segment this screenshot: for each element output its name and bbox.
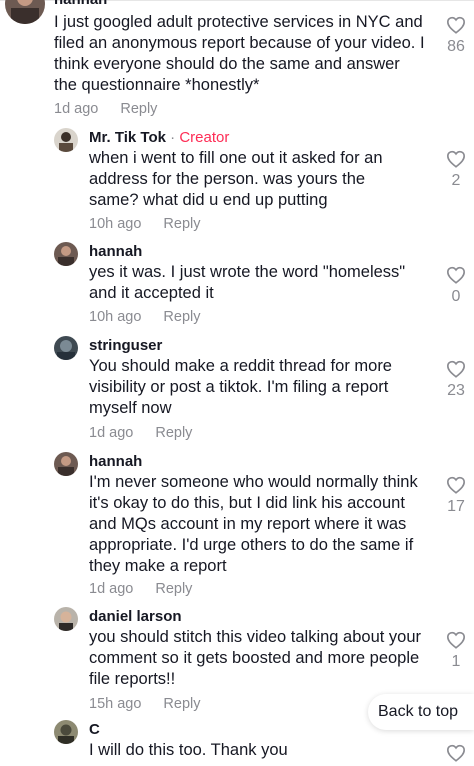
like-count: 1 [451,653,461,670]
comment-author: Mr. Tik Tok · Creator [89,129,229,146]
heart-outline-icon [446,631,466,649]
reply-button[interactable]: Reply [155,581,192,597]
comment-meta: 10h ago Reply [89,216,201,232]
avatar[interactable] [54,242,78,266]
heart-outline-icon [446,16,466,34]
comment-author[interactable]: hannah [54,0,107,8]
like-button[interactable]: 23 [438,360,474,400]
comment-time: 15h ago [89,696,142,712]
like-count: 23 [447,382,465,399]
comment-text: I just googled adult protective services… [54,13,425,94]
heart-outline-icon [446,360,466,378]
comment-time: 10h ago [89,309,142,325]
comment-meta: 1d ago Reply [54,101,157,117]
comment-author[interactable]: stringuser [89,337,162,354]
reply-item: hannah yes it was. I just wrote the word… [0,240,474,330]
back-to-top-button[interactable]: Back to top [368,694,474,730]
comment-author[interactable]: C [89,721,100,738]
like-count: 0 [451,288,461,305]
comment-meta: 10h ago Reply [89,309,201,325]
comment-item: hannah I just googled adult protective s… [0,0,474,122]
heart-outline-icon [446,266,466,284]
comment-text: when i went to fill one out it asked for… [89,149,383,209]
avatar[interactable] [54,452,78,476]
avatar[interactable] [54,128,78,152]
reply-item: hannah I'm never someone who would norma… [0,450,474,600]
comment-author[interactable]: hannah [89,243,142,260]
author-name[interactable]: Mr. Tik Tok [89,129,166,146]
heart-outline-icon [446,744,466,762]
comment-time: 1d ago [89,581,134,597]
comment-author[interactable]: hannah [89,453,142,470]
comment-text: yes it was. I just wrote the word "homel… [89,263,406,302]
reply-item: Mr. Tik Tok · Creator when i went to fil… [0,124,474,236]
reply-button[interactable]: Reply [163,696,200,712]
comment-meta: 15h ago Reply [89,696,201,712]
reply-button[interactable]: Reply [163,216,200,232]
comment-text: I'm never someone who would normally thi… [89,473,418,575]
like-button[interactable]: 2 [438,150,474,190]
like-button[interactable] [438,744,474,762]
like-button[interactable]: 86 [438,16,474,56]
reply-button[interactable]: Reply [163,309,200,325]
heart-outline-icon [446,476,466,494]
comment-time: 1d ago [54,101,99,117]
reply-button[interactable]: Reply [155,425,192,441]
like-count: 17 [447,498,465,515]
comment-meta: 1d ago Reply [89,581,192,597]
comment-time: 1d ago [89,425,134,441]
like-button[interactable]: 0 [438,266,474,306]
heart-outline-icon [446,150,466,168]
avatar[interactable] [54,607,78,631]
comment-text: You should make a reddit thread for more… [89,357,392,417]
separator: · [165,129,180,146]
creator-badge: Creator [179,129,230,146]
like-count: 86 [447,38,465,55]
like-button[interactable]: 1 [438,631,474,671]
like-button[interactable]: 17 [438,476,474,516]
comment-meta: 1d ago Reply [89,425,192,441]
comment-text: you should stitch this video talking abo… [89,628,422,688]
comment-author[interactable]: daniel larson [89,608,182,625]
avatar[interactable] [54,720,78,744]
reply-button[interactable]: Reply [120,101,157,117]
comment-time: 10h ago [89,216,142,232]
avatar[interactable] [5,0,45,24]
avatar[interactable] [54,336,78,360]
comment-text: I will do this too. Thank you [89,741,288,759]
like-count: 2 [451,172,461,189]
reply-item: stringuser You should make a reddit thre… [0,334,474,446]
